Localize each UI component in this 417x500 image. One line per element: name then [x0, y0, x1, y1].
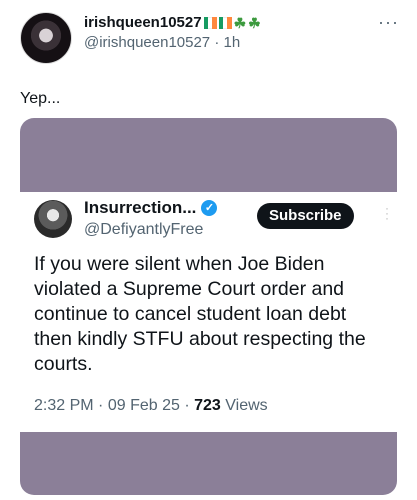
tweet-text: Yep...: [20, 90, 61, 107]
embedded-media[interactable]: Insurrection... ✓ @DefiyantlyFree Subscr…: [20, 118, 397, 495]
ireland-flag-icon: [203, 17, 217, 29]
quoted-name-row: Insurrection... ✓: [84, 198, 218, 218]
quoted-date: 09 Feb 25: [107, 397, 180, 414]
tweet-header: irishqueen10527 ☘ ☘ @irishqueen10527 · 1…: [84, 14, 261, 52]
display-name-row[interactable]: irishqueen10527 ☘ ☘: [84, 14, 261, 32]
quoted-handle: @DefiyantlyFree: [84, 221, 204, 239]
user-avatar[interactable]: [20, 12, 72, 64]
meta-separator: ·: [184, 397, 195, 414]
shamrock-icon: ☘: [248, 15, 261, 31]
meta-separator: ·: [98, 397, 108, 414]
views-count: 723: [194, 397, 221, 414]
quoted-tweet-text: If you were silent when Joe Biden violat…: [34, 253, 366, 375]
shamrock-icon: ☘: [233, 15, 247, 31]
subscribe-button: Subscribe: [257, 203, 354, 229]
quoted-tweet-meta: 2:32 PM · 09 Feb 25 · 723 Views: [34, 397, 268, 415]
ireland-flag-icon: [218, 17, 232, 29]
handle-and-time[interactable]: @irishqueen10527 · 1h: [84, 34, 261, 52]
quoted-time: 2:32 PM: [34, 397, 94, 414]
quoted-tweet-screenshot: Insurrection... ✓ @DefiyantlyFree Subscr…: [20, 192, 397, 432]
verified-badge-icon: ✓: [201, 200, 218, 217]
vertical-more-icon: · · ·: [385, 201, 389, 225]
more-options-icon[interactable]: ···: [378, 12, 399, 33]
quoted-display-name: Insurrection...: [84, 198, 197, 217]
quoted-header: Insurrection... ✓ @DefiyantlyFree: [84, 198, 218, 240]
views-label: Views: [225, 397, 268, 414]
display-name[interactable]: irishqueen10527: [84, 14, 202, 32]
quoted-user-avatar: [34, 200, 72, 238]
